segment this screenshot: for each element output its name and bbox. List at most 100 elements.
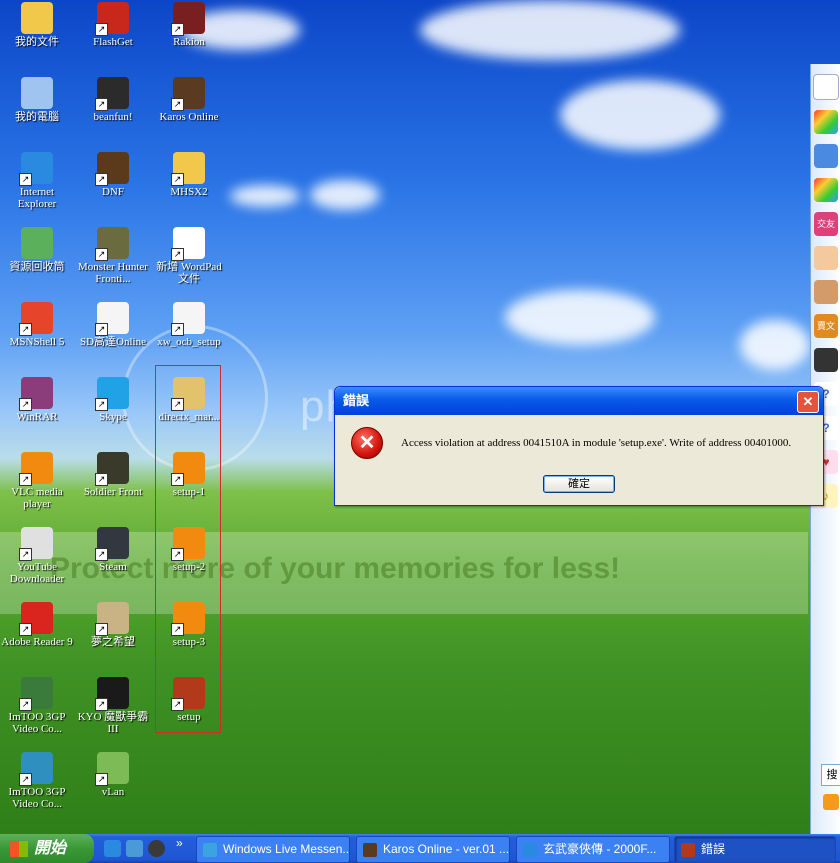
shortcut-arrow-icon: ↗ bbox=[95, 398, 108, 411]
vlc-icon: ↗ bbox=[19, 452, 53, 486]
ie-icon[interactable] bbox=[104, 840, 121, 857]
taskbar-button[interactable]: Windows Live Messen... bbox=[196, 836, 350, 863]
desktop-icon[interactable]: ↗ Rakion bbox=[152, 2, 226, 48]
avatar[interactable] bbox=[814, 280, 838, 304]
shortcut-arrow-icon: ↗ bbox=[19, 773, 32, 786]
shortcut-arrow-icon: ↗ bbox=[171, 98, 184, 111]
shortcut-arrow-icon: ↗ bbox=[171, 248, 184, 261]
desktop-icon[interactable]: ↗ beanfun! bbox=[76, 77, 150, 123]
desktop-icon[interactable]: ↗ Soldier Front bbox=[76, 452, 150, 498]
rakion-icon: ↗ bbox=[171, 2, 205, 36]
wordpad-icon: ↗ bbox=[171, 227, 205, 261]
desktop-icon[interactable]: ↗ ImTOO 3GP Video Co... bbox=[0, 677, 74, 735]
desktop-icon-label: ImTOO 3GP Video Co... bbox=[8, 711, 66, 735]
close-icon[interactable]: ✕ bbox=[797, 391, 819, 413]
desktop-icon[interactable]: ↗ Karos Online bbox=[152, 77, 226, 123]
desktop-icon[interactable]: ↗ 新增 WordPad 文件 bbox=[152, 227, 226, 285]
beanfun-icon: ↗ bbox=[95, 77, 129, 111]
desktop-icon[interactable]: ↗ MHSX2 bbox=[152, 152, 226, 198]
msnshell-icon: ↗ bbox=[19, 302, 53, 336]
clapper-icon[interactable] bbox=[814, 348, 838, 372]
desktop: photobucket Protect more of your memorie… bbox=[0, 0, 840, 834]
desktop-icon-label: FlashGet bbox=[93, 36, 133, 48]
desktop-icon[interactable]: ↗ vLan bbox=[76, 752, 150, 798]
monster-hunter-icon: ↗ bbox=[95, 227, 129, 261]
sidebar-item-label: 交友 bbox=[816, 219, 835, 229]
desktop-icon-label: xw_ocb_setup bbox=[157, 336, 221, 348]
game-icon: ↗ bbox=[95, 602, 129, 636]
desktop-icon[interactable]: ↗ 夢之希望 bbox=[76, 602, 150, 648]
sidebar-item-label: 賣文 bbox=[816, 321, 835, 331]
desktop-icon-label: SD高達Online bbox=[80, 336, 146, 348]
desktop-icon[interactable]: ↗ WinRAR bbox=[0, 377, 74, 423]
gadget-logo[interactable] bbox=[813, 74, 839, 100]
desktop-icon-label: 夢之希望 bbox=[91, 636, 135, 648]
msnshell-icon[interactable] bbox=[814, 110, 838, 134]
flashget-icon: ↗ bbox=[95, 2, 129, 36]
taskbar-button[interactable]: 錯誤 bbox=[674, 836, 836, 863]
desktop-icon[interactable]: ↗ ImTOO 3GP Video Co... bbox=[0, 752, 74, 810]
desktop-icon[interactable]: ↗ Skype bbox=[76, 377, 150, 423]
dialog-title: 錯誤 bbox=[343, 393, 370, 408]
desktop-icon[interactable]: ↗ DNF bbox=[76, 152, 150, 198]
ie-icon: ↗ bbox=[19, 152, 53, 186]
desktop-icon-label: 新增 WordPad 文件 bbox=[156, 261, 222, 285]
desktop-icon[interactable]: ↗ Monster Hunter Fronti... bbox=[76, 227, 150, 285]
desktop-icon-label: ImTOO 3GP Video Co... bbox=[8, 786, 66, 810]
desktop-icon-label: 我的電腦 bbox=[15, 111, 59, 123]
kyo-icon: ↗ bbox=[95, 677, 129, 711]
desktop-icon[interactable]: ↗ KYO 魔獸爭霸III bbox=[76, 677, 150, 735]
desktop-icon[interactable]: ↗ Internet Explorer bbox=[0, 152, 74, 210]
sidebar-tag-icon[interactable]: 賣文 bbox=[814, 314, 838, 338]
desktop-icon-label: Steam bbox=[99, 561, 127, 573]
sidebar-search-icon[interactable]: 搜 bbox=[821, 764, 840, 786]
winrar-icon: ↗ bbox=[19, 377, 53, 411]
quick-launch-more[interactable]: » bbox=[176, 836, 183, 850]
folder-icon bbox=[21, 2, 53, 34]
rss-icon[interactable] bbox=[823, 794, 839, 810]
karos-icon bbox=[363, 842, 377, 857]
desktop-icon-label: 資源回收筒 bbox=[9, 261, 65, 273]
sidebar-heart-icon[interactable]: 交友 bbox=[814, 212, 838, 236]
contacts-icon[interactable] bbox=[814, 144, 838, 168]
desktop-icon-label: Internet Explorer bbox=[17, 186, 57, 210]
dnf-icon: ↗ bbox=[95, 152, 129, 186]
ok-button[interactable]: 確定 bbox=[543, 475, 615, 493]
dialog-titlebar[interactable]: 錯誤 ✕ bbox=[335, 387, 823, 415]
desktop-icon[interactable]: ↗ YouTube Downloader bbox=[0, 527, 74, 585]
selection-highlight bbox=[155, 365, 221, 733]
folder-icon: ↗ bbox=[171, 152, 205, 186]
desktop-icon[interactable]: ↗ VLC media player bbox=[0, 452, 74, 510]
desktop-icon[interactable]: ↗ xw_ocb_setup bbox=[152, 302, 226, 348]
sidebar-search-label: 搜 bbox=[826, 769, 838, 781]
taskbar-button[interactable]: Karos Online - ver.01 ... bbox=[356, 836, 510, 863]
recycle-bin-icon bbox=[21, 227, 53, 259]
msn-messenger-icon bbox=[203, 842, 217, 857]
desktop-icon[interactable]: ↗ SD高達Online bbox=[76, 302, 150, 348]
start-button[interactable]: 開始 bbox=[0, 834, 94, 863]
desktop-icon[interactable]: ↗ Steam bbox=[76, 527, 150, 573]
shortcut-arrow-icon: ↗ bbox=[95, 173, 108, 186]
shortcut-arrow-icon: ↗ bbox=[19, 173, 32, 186]
imtoo-icon: ↗ bbox=[19, 752, 53, 786]
show-desktop-icon[interactable] bbox=[126, 840, 143, 857]
desktop-icon[interactable]: 我的電腦 bbox=[0, 77, 74, 123]
start-label: 開始 bbox=[34, 840, 67, 857]
desktop-icon[interactable]: ↗ Adobe Reader 9 bbox=[0, 602, 74, 648]
desktop-icon[interactable]: 我的文件 bbox=[0, 2, 74, 48]
taskbar-button[interactable]: 玄武豪俠傳 - 2000F... bbox=[516, 836, 670, 863]
windows-logo-icon bbox=[10, 840, 28, 857]
cloud bbox=[505, 290, 655, 345]
msnshell-icon[interactable] bbox=[814, 178, 838, 202]
shortcut-arrow-icon: ↗ bbox=[171, 323, 184, 336]
shortcut-arrow-icon: ↗ bbox=[171, 23, 184, 36]
avatar[interactable] bbox=[814, 246, 838, 270]
desktop-icon[interactable]: ↗ FlashGet bbox=[76, 2, 150, 48]
skype-icon: ↗ bbox=[95, 377, 129, 411]
ie-icon bbox=[523, 842, 537, 857]
desktop-icon[interactable]: 資源回收筒 bbox=[0, 227, 74, 273]
vlan-icon: ↗ bbox=[95, 752, 129, 786]
desktop-icon[interactable]: ↗ MSNShell 5 bbox=[0, 302, 74, 348]
media-player-icon[interactable] bbox=[148, 840, 165, 857]
computer-icon bbox=[21, 77, 53, 109]
